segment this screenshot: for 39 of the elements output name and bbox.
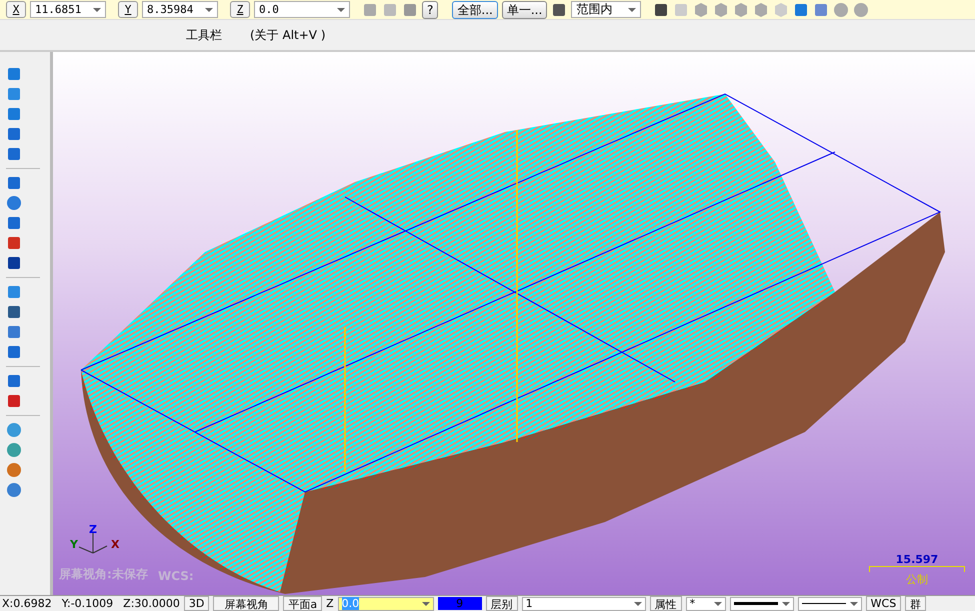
wcs-button[interactable]: WCS [866, 596, 902, 611]
coordinate-field[interactable]: 11.6851 [30, 1, 106, 18]
z-coordinate: Z:30.0000 [123, 597, 180, 610]
mode-button[interactable]: 3D [184, 596, 210, 611]
z-label: Z [326, 597, 334, 610]
axis-button[interactable]: X [6, 1, 26, 18]
select-single-button[interactable]: 单一... [502, 0, 548, 18]
axis-label: Z [89, 523, 97, 536]
y-coordinate: Y:-0.1009 [62, 597, 114, 610]
coordinate-field[interactable]: 0.0 [254, 1, 350, 18]
help-button[interactable]: ? [422, 0, 438, 18]
scale-value: 15.597 [896, 553, 938, 566]
attributes-button[interactable]: 属性 [650, 596, 682, 611]
line-style-dropdown[interactable] [730, 596, 794, 610]
group-button[interactable]: 群 [905, 596, 926, 611]
level-field[interactable]: 1 [522, 596, 646, 610]
line-width-dropdown[interactable] [798, 596, 862, 610]
axis-button[interactable]: Y [118, 1, 138, 18]
scale-unit: 公制 [906, 572, 928, 587]
coordinate-field[interactable]: 8.35984 [142, 1, 218, 18]
shortcut-hint: (关于 Alt+V ) [250, 26, 326, 44]
plane-button[interactable]: 平面a [283, 596, 322, 611]
toolbar-label: 工具栏 [186, 26, 222, 44]
axis-label: Y [70, 538, 78, 551]
wcs-status: WCS: [158, 569, 194, 583]
axis-button[interactable]: Z [230, 1, 250, 18]
range-dropdown[interactable]: 范围内 [571, 1, 642, 18]
view-status: 屏幕视角:未保存 [59, 566, 148, 583]
hexagon-icon[interactable] [693, 2, 710, 18]
view-button[interactable]: 屏幕视角 [213, 596, 280, 611]
hexagon-icon[interactable] [753, 2, 770, 18]
level-button[interactable]: 层别 [486, 596, 518, 611]
select-all-button[interactable]: 全部... [452, 0, 498, 18]
hexagon-icon[interactable] [733, 2, 750, 18]
x-coordinate: X:0.6982 [2, 597, 52, 610]
axis-triad-icon [78, 532, 108, 554]
point-style-dropdown[interactable]: * [686, 596, 726, 610]
axis-label: X [111, 538, 120, 551]
hexagon-icon[interactable] [713, 2, 730, 18]
